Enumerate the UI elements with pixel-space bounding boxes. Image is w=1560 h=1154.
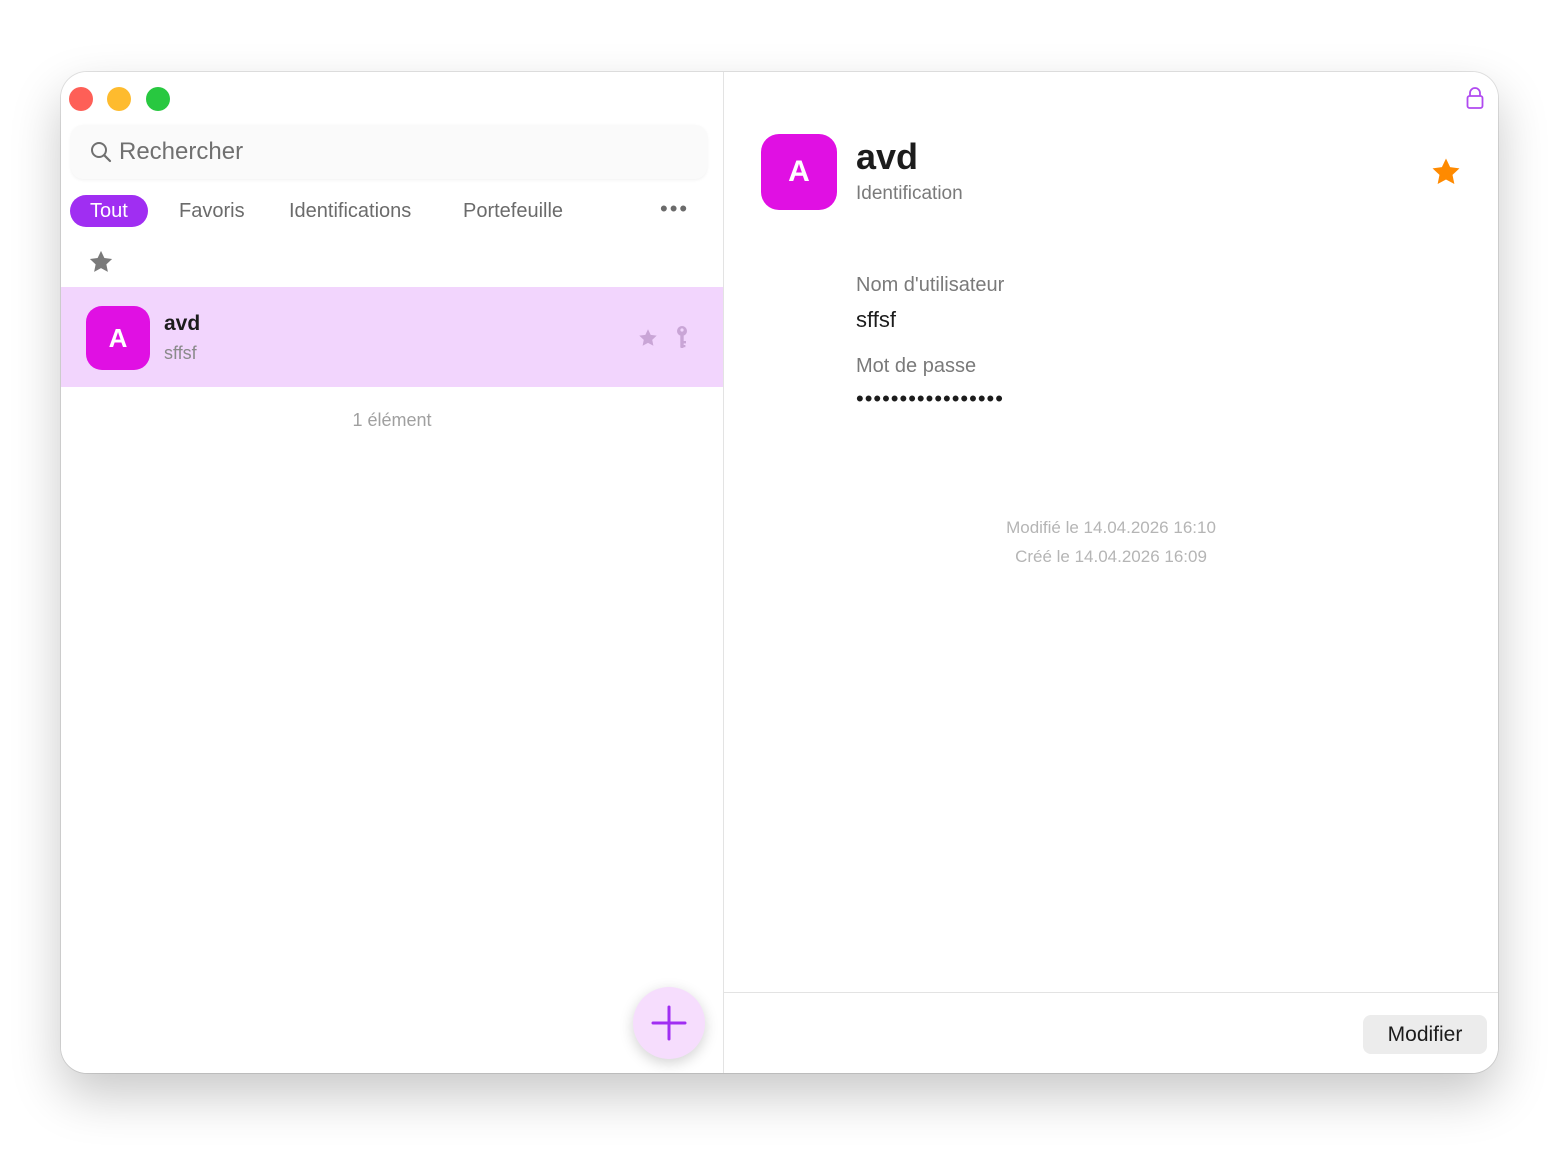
tab-favoris[interactable]: Favoris xyxy=(179,195,245,227)
password-label: Mot de passe xyxy=(856,355,977,377)
favorites-section-star-icon xyxy=(87,248,115,276)
tab-identifications[interactable]: Identifications xyxy=(289,195,411,227)
detail-pane: A avd Identification Nom d'utilisateur s… xyxy=(724,72,1498,1073)
modified-timestamp: Modifié le 14.04.2026 16:10 xyxy=(1006,518,1216,537)
add-item-button[interactable] xyxy=(633,987,705,1059)
lock-icon[interactable] xyxy=(1465,86,1485,110)
tab-tout[interactable]: Tout xyxy=(70,195,148,227)
sidebar: Rechercher Tout Favoris Identifications … xyxy=(61,72,724,1073)
password-value[interactable]: ••••••••••••••••• xyxy=(856,386,1004,412)
zoom-icon[interactable] xyxy=(146,87,170,111)
more-tabs-button[interactable]: ••• xyxy=(660,195,689,227)
favorite-star-icon[interactable] xyxy=(1429,155,1463,189)
created-timestamp: Créé le 14.04.2026 16:09 xyxy=(1015,547,1207,566)
plus-icon xyxy=(651,1005,687,1041)
detail-title: avd xyxy=(856,136,919,177)
filter-tabs: Tout Favoris Identifications Portefeuill… xyxy=(70,195,700,227)
footer-divider xyxy=(724,992,1498,993)
list-item[interactable]: A avd sffsf xyxy=(61,287,723,387)
search-placeholder: Rechercher xyxy=(119,138,244,165)
detail-type-label: Identification xyxy=(856,183,963,204)
close-icon[interactable] xyxy=(69,87,93,111)
username-label: Nom d'utilisateur xyxy=(856,274,1005,296)
list-item-title: avd xyxy=(164,312,201,335)
edit-button[interactable]: Modifier xyxy=(1363,1015,1487,1054)
list-item-subtitle: sffsf xyxy=(164,343,197,363)
favorite-star-icon xyxy=(637,327,659,349)
tab-portefeuille[interactable]: Portefeuille xyxy=(463,195,563,227)
username-value[interactable]: sffsf xyxy=(856,307,896,333)
avatar: A xyxy=(86,306,150,370)
item-count: 1 élément xyxy=(352,410,432,430)
minimize-icon[interactable] xyxy=(107,87,131,111)
search-icon xyxy=(89,140,113,164)
key-icon xyxy=(673,325,691,351)
detail-avatar: A xyxy=(761,134,837,210)
search-input[interactable]: Rechercher xyxy=(71,125,707,179)
app-window: Rechercher Tout Favoris Identifications … xyxy=(61,72,1498,1073)
